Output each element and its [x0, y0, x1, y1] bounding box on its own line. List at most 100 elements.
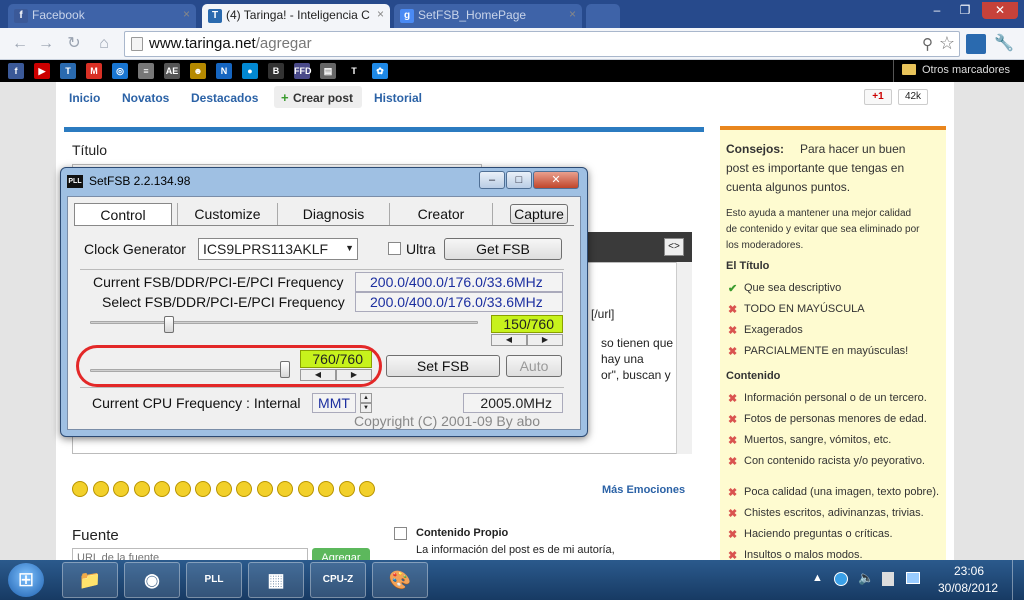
- auto-button[interactable]: Auto: [506, 355, 562, 377]
- cpu-freq-label: Current CPU Frequency : Internal: [92, 395, 301, 411]
- tab-control[interactable]: Control: [74, 203, 172, 225]
- setfsb-minimize-icon[interactable]: –: [479, 171, 505, 189]
- taskbar-cpu-z-icon[interactable]: CPU-Z: [310, 562, 366, 598]
- display-icon[interactable]: [906, 572, 920, 584]
- capture-button[interactable]: Capture: [510, 204, 568, 224]
- mmt-down-icon[interactable]: ▼: [360, 403, 372, 413]
- clock-time[interactable]: 23:06: [954, 564, 984, 578]
- clock-generator-label: Clock Generator: [84, 241, 186, 257]
- emoticon-icon[interactable]: [215, 481, 232, 497]
- maximize-window-icon[interactable]: ❐: [952, 2, 978, 19]
- emoticon-icon[interactable]: [133, 481, 150, 497]
- clock-date[interactable]: 30/08/2012: [938, 581, 998, 595]
- network-icon[interactable]: [834, 572, 848, 586]
- bookmark-icon[interactable]: M: [86, 63, 102, 79]
- ultra-checkbox[interactable]: [388, 242, 401, 255]
- nav-destacados[interactable]: Destacados: [191, 91, 258, 105]
- emoticon-icon[interactable]: [359, 481, 375, 497]
- set-fsb-button[interactable]: Set FSB: [386, 355, 500, 377]
- fsb-slider-thumb[interactable]: [164, 316, 175, 333]
- emoticon-icon[interactable]: [277, 481, 293, 497]
- close-window-icon[interactable]: ✕: [982, 2, 1018, 19]
- divider: [893, 60, 894, 82]
- emoticon-icon[interactable]: [154, 481, 170, 497]
- nav-novatos[interactable]: Novatos: [122, 91, 169, 105]
- taskbar-setfsb-icon[interactable]: PLL: [186, 562, 242, 598]
- bookmark-icon[interactable]: N: [216, 63, 232, 79]
- bookmark-icon[interactable]: ≡: [138, 63, 154, 79]
- start-button[interactable]: ⊞: [8, 563, 44, 597]
- tab-facebook[interactable]: f Facebook ×: [8, 4, 196, 28]
- nav-crear-post[interactable]: Crear post: [293, 91, 353, 105]
- bookmark-icon[interactable]: ☻: [190, 63, 206, 79]
- taskbar-paint-icon[interactable]: 🎨: [372, 562, 428, 598]
- extension-icon[interactable]: [966, 34, 986, 54]
- emoticon-icon[interactable]: [113, 481, 129, 497]
- fsb-slider-track[interactable]: [90, 321, 478, 324]
- address-bar[interactable]: www.taringa.net/agregar ⚲ ☆: [124, 31, 960, 57]
- emoticon-icon[interactable]: [236, 481, 252, 497]
- bookmark-icon[interactable]: ◎: [112, 63, 128, 79]
- bookmark-icon[interactable]: B: [268, 63, 284, 79]
- emoticon-icon[interactable]: [256, 481, 273, 497]
- emoticon-icon[interactable]: [297, 481, 314, 497]
- emoticon-icon[interactable]: [92, 481, 109, 497]
- home-icon[interactable]: ⌂: [94, 34, 114, 54]
- new-tab-button[interactable]: [586, 4, 620, 28]
- tab-diagnosis[interactable]: Diagnosis: [277, 203, 389, 225]
- emoticon-icon[interactable]: [318, 481, 334, 497]
- emoticon-icon[interactable]: [72, 481, 88, 497]
- taskbar-winrar-icon[interactable]: ▦: [248, 562, 304, 598]
- reload-icon[interactable]: ↻: [64, 34, 84, 54]
- contenido-rule-text: Muertos, sangre, vómitos, etc.: [744, 434, 892, 446]
- close-tab-icon[interactable]: ×: [377, 7, 384, 21]
- contenido-propio-checkbox[interactable]: [394, 527, 407, 540]
- flag-icon[interactable]: [882, 572, 894, 586]
- red-highlight-annotation: [76, 345, 382, 387]
- tab-creator[interactable]: Creator: [389, 203, 493, 225]
- gplus-button[interactable]: +1: [864, 89, 892, 105]
- bookmark-icon[interactable]: ✿: [372, 63, 388, 79]
- bookmark-icon[interactable]: ▤: [320, 63, 336, 79]
- bookmark-icon[interactable]: ▶: [34, 63, 50, 79]
- bookmark-icon[interactable]: f: [8, 63, 24, 79]
- clock-generator-select[interactable]: ICS9LPRS113AKLF ▼: [198, 238, 358, 260]
- taskbar-explorer-icon[interactable]: 📁: [62, 562, 118, 598]
- tab-customize[interactable]: Customize: [177, 203, 277, 225]
- close-tab-icon[interactable]: ×: [569, 7, 576, 21]
- nav-inicio[interactable]: Inicio: [69, 91, 100, 105]
- get-fsb-button[interactable]: Get FSB: [444, 238, 562, 260]
- mmt-field[interactable]: MMT: [312, 393, 356, 413]
- location-icon[interactable]: ⚲: [922, 35, 933, 53]
- minimize-window-icon[interactable]: –: [924, 2, 950, 19]
- bookmark-icon[interactable]: FFD: [294, 63, 312, 79]
- taskbar-chrome-icon[interactable]: ◉: [124, 562, 180, 598]
- close-tab-icon[interactable]: ×: [183, 7, 190, 21]
- fsb-slider-right-icon[interactable]: ▶: [527, 334, 563, 346]
- editor-scrollbar[interactable]: [676, 262, 692, 454]
- show-desktop-button[interactable]: [1012, 560, 1024, 600]
- setfsb-maximize-icon[interactable]: □: [506, 171, 532, 189]
- bookmark-icon[interactable]: T: [60, 63, 76, 79]
- speaker-icon[interactable]: 🔈: [858, 570, 874, 586]
- nav-historial[interactable]: Historial: [374, 91, 422, 105]
- tab-setfsb-homepage[interactable]: g SetFSB_HomePage ×: [394, 4, 582, 28]
- forward-arrow-icon[interactable]: →: [36, 34, 56, 54]
- bookmark-star-icon[interactable]: ☆: [939, 33, 955, 54]
- emoticon-icon[interactable]: [338, 481, 355, 497]
- setfsb-close-icon[interactable]: ✕: [533, 171, 579, 189]
- tab-taringa[interactable]: T (4) Taringa! - Inteligencia C ×: [202, 4, 390, 28]
- bookmark-icon[interactable]: AE: [164, 63, 180, 79]
- emoticon-icon[interactable]: [174, 481, 191, 497]
- fsb-slider-left-icon[interactable]: ◀: [491, 334, 527, 346]
- tray-expand-icon[interactable]: ▲: [812, 572, 823, 584]
- mmt-up-icon[interactable]: ▲: [360, 393, 372, 403]
- back-arrow-icon[interactable]: ←: [10, 34, 30, 54]
- bookmark-icon[interactable]: T: [346, 63, 362, 79]
- bookmark-icon[interactable]: ●: [242, 63, 258, 79]
- mas-emociones-link[interactable]: Más Emociones: [602, 484, 685, 496]
- wrench-menu-icon[interactable]: 🔧: [994, 34, 1014, 54]
- other-bookmarks[interactable]: Otros marcadores: [922, 64, 1010, 76]
- source-toggle-icon[interactable]: <>: [664, 238, 684, 256]
- emoticon-icon[interactable]: [195, 481, 211, 497]
